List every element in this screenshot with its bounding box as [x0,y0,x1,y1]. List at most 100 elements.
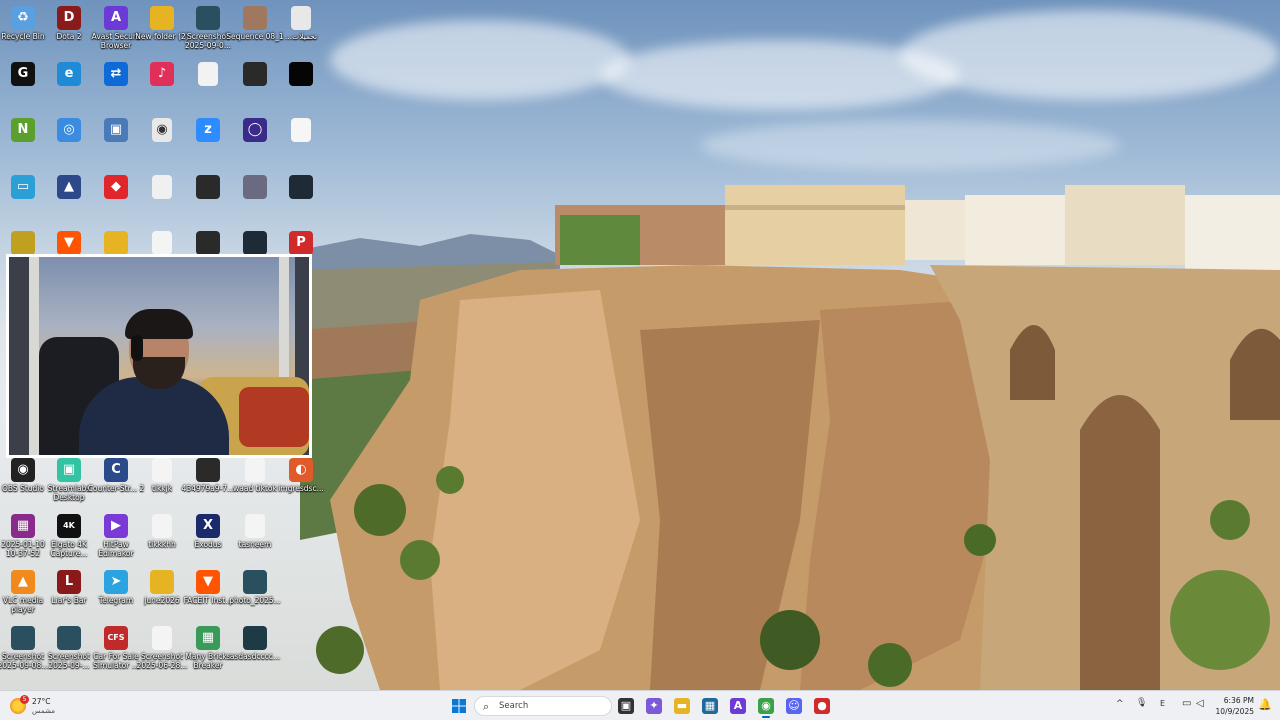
obs-icon: ◉ [11,458,35,482]
screenshot4-icon [152,626,172,650]
pillow [239,387,309,447]
taskbar-app-button[interactable]: ✦ [642,694,666,718]
desktop-icon[interactable]: asdasdcccc... [226,622,284,678]
desktop-icon[interactable]: ...تحميلات [272,2,330,58]
screenshot2-icon [11,626,35,650]
screenshot-icon [243,175,267,199]
taskbar: 5 27°C مشمس ⌕ Search ▣ ✦ ▬ ▦ A ◉ ☺ ● ^ 🎙 E ▭ ◁ … [0,690,1280,720]
image-file-icon [196,6,220,30]
desktop-icon-label: imgresdsc... [278,484,324,493]
desktop-icon-label: asdasdcccc... [229,652,281,661]
webcam-overlay [6,254,312,458]
folder2-icon [104,231,128,255]
game-icon: ▲ [57,175,81,199]
weather-widget[interactable]: 5 27°C مشمس [10,694,70,718]
phone-video-icon [196,458,220,482]
microsoft-store-icon: ▦ [702,698,718,714]
active-app-indicator [762,716,770,718]
taskbar-app-button[interactable]: ▣ [614,694,638,718]
winrar-icon: ▦ [11,514,35,538]
start-button[interactable] [447,694,471,718]
weather-badge: 5 [20,695,29,704]
image-red-icon: ◐ [289,458,313,482]
black-file-icon [289,62,313,86]
taskbar-app-button[interactable]: ◉ [754,694,778,718]
taskbar-search-box[interactable]: ⌕ Search [474,696,612,716]
dark2-file-icon [243,231,267,255]
microphone-icon[interactable]: 🎙 [1136,698,1147,708]
weather-condition: مشمس [32,707,55,715]
doc-file-icon [152,175,172,199]
bricks-icon: ▦ [196,626,220,650]
video-thumb-icon [243,62,267,86]
obs-ring-icon: ◯ [243,118,267,142]
recycle-bin-icon: ♻ [11,6,35,30]
file-icon [152,458,172,482]
clock[interactable]: 6:36 PM 10/9/2025 [1204,695,1254,717]
installer-icon: ▣ [104,118,128,142]
dark3-file-icon [243,626,267,650]
copilot-icon: ✦ [646,698,662,714]
search-placeholder: Search [499,701,529,711]
desktop-icon-label: ...تحميلات [284,32,318,41]
network-icon[interactable]: ▭ [1182,698,1191,709]
phone2-file-icon [196,231,220,255]
desktop-icon[interactable] [272,171,330,227]
input-language-indicator[interactable]: E [1160,699,1165,708]
discord-taskbar-icon: ☺ [786,698,802,714]
weather-temperature: 27°C [32,697,51,706]
clock-time: 6:36 PM [1223,696,1254,705]
white-file2-icon [245,514,265,538]
edge-icon: e [57,62,81,86]
taskbar-app-button[interactable]: ☺ [782,694,806,718]
clock-date: 10/9/2025 [1215,707,1254,716]
taskbar-app-button[interactable]: ● [810,694,834,718]
dota2-icon: D [57,6,81,30]
app-red-taskbar-icon: ● [814,698,830,714]
avast-browser-icon: A [104,6,128,30]
desktop-icon[interactable]: tasneem [226,510,284,566]
avast-taskbar-icon: A [730,698,746,714]
car-sale-icon: CFS [104,626,128,650]
notification-bell-icon[interactable]: 🔔 [1258,698,1272,712]
folder-icon [150,6,174,30]
taskbar-app-button[interactable]: ▬ [670,694,694,718]
cs2-icon: C [104,458,128,482]
blank-file-icon [198,62,218,86]
vlc-icon: ▲ [11,570,35,594]
desktop-icon[interactable]: ◐ imgresdsc... [272,454,330,510]
streamlabs-icon: ▣ [57,458,81,482]
anydesk-icon: ◆ [104,175,128,199]
video-file-icon [243,6,267,30]
archive-icon [11,231,35,255]
task-view-icon: ▣ [618,698,634,714]
nvidia-icon: N [11,118,35,142]
volume-icon[interactable]: ◁ [1196,698,1204,709]
desktop-icon-label: photo_2025... [229,596,281,605]
faceit2-icon: ▼ [196,570,220,594]
desktop-icon-label: tasneem [238,540,272,549]
monitor-icon: ▭ [11,175,35,199]
dark-file-icon [289,175,313,199]
headset [131,335,143,361]
tiktok-icon: ♪ [150,62,174,86]
show-hidden-icons-chevron-icon[interactable]: ^ [1116,699,1124,709]
desktop-icon[interactable]: photo_2025... [226,566,284,622]
pdf-icon: P [289,231,313,255]
chrome-taskbar-icon: ◉ [758,698,774,714]
desktop-icon[interactable] [272,58,330,114]
phone-file-icon [196,175,220,199]
faceit-icon: ▼ [57,231,81,255]
taskbar-app-button[interactable]: ▦ [698,694,722,718]
hitpaw-icon: ▶ [104,514,128,538]
paper-icon [152,231,172,255]
liars-bar-icon: L [57,570,81,594]
network-icon: ◎ [57,118,81,142]
screenshot3-icon [57,626,81,650]
windows-start-icon [452,699,466,713]
photo-icon [243,570,267,594]
desktop-icon[interactable] [272,114,330,170]
white-video-icon [245,458,265,482]
folder3-icon [150,570,174,594]
taskbar-app-button[interactable]: A [726,694,750,718]
